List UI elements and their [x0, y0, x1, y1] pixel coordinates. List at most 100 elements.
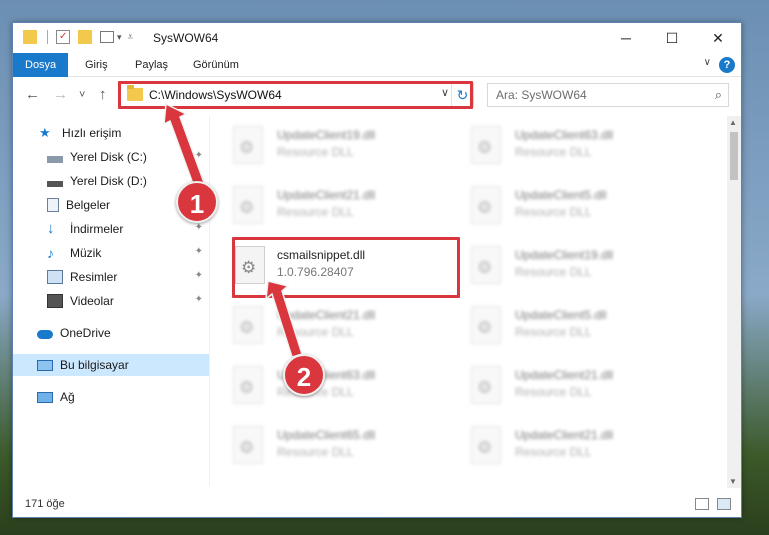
- pin-icon[interactable]: ✦: [195, 150, 203, 161]
- dll-file-icon: [233, 126, 263, 164]
- list-item[interactable]: UpdateClient63.dll Resource DLL: [217, 358, 447, 410]
- sidebar-item-local-disk-c[interactable]: Yerel Disk (C:) ✦: [13, 146, 209, 168]
- recent-locations-button[interactable]: ˅: [79, 89, 85, 101]
- title-bar: ✓ ▾ ⩡ SysWOW64 ─ ☐ ✕: [13, 23, 741, 53]
- expand-ribbon-icon[interactable]: ∨: [704, 57, 711, 68]
- list-item[interactable]: UpdateClient21.dll Resource DLL: [455, 358, 685, 410]
- folder-icon: [23, 30, 37, 44]
- scroll-thumb[interactable]: [730, 132, 738, 180]
- file-description: Resource DLL: [515, 205, 592, 219]
- cloud-icon: [37, 330, 53, 339]
- sidebar-item-pictures[interactable]: Resimler ✦: [13, 266, 209, 288]
- search-icon[interactable]: ⌕: [715, 87, 722, 103]
- dll-file-icon: [233, 366, 263, 404]
- downloads-icon: ↓: [47, 220, 55, 237]
- details-view-icon[interactable]: [695, 498, 709, 510]
- list-item[interactable]: UpdateClient21.dll Resource DLL: [217, 178, 447, 230]
- list-item[interactable]: UpdateClient63.dll Resource DLL: [455, 118, 685, 170]
- file-description: Resource DLL: [515, 445, 592, 459]
- tab-view[interactable]: Görünüm: [181, 53, 251, 77]
- dll-file-icon: [233, 186, 263, 224]
- tab-share[interactable]: Paylaş: [123, 53, 180, 77]
- maximize-button[interactable]: ☐: [649, 23, 695, 53]
- sidebar-item-downloads[interactable]: ↓ İndirmeler ✦: [13, 218, 209, 240]
- list-item[interactable]: UpdateClient19.dll Resource DLL: [217, 118, 447, 170]
- help-icon[interactable]: ?: [719, 57, 735, 73]
- dll-file-icon: [233, 306, 263, 344]
- sidebar-item-label: Resimler: [70, 270, 118, 284]
- computer-icon: [37, 359, 53, 371]
- window-title: SysWOW64: [153, 31, 219, 45]
- sidebar-item-onedrive[interactable]: OneDrive: [13, 322, 209, 344]
- pin-icon[interactable]: ✦: [195, 222, 203, 233]
- list-item[interactable]: UpdateClient19.dll Resource DLL: [455, 238, 685, 290]
- customize-toolbar-icon[interactable]: ⩡: [128, 32, 134, 43]
- file-description: Resource DLL: [277, 445, 354, 459]
- sidebar-item-quick-access[interactable]: ★ Hızlı erişim: [13, 122, 209, 144]
- sidebar-item-label: İndirmeler: [70, 222, 124, 236]
- tab-home[interactable]: Giriş: [73, 53, 120, 77]
- pin-icon[interactable]: ✦: [195, 246, 203, 257]
- list-item[interactable]: UpdateClient5.dll Resource DLL: [455, 178, 685, 230]
- file-name: UpdateClient21.dll: [277, 188, 376, 202]
- view-options-icon[interactable]: [100, 31, 114, 43]
- new-folder-icon[interactable]: [78, 30, 92, 44]
- sidebar-item-label: Ağ: [60, 390, 75, 404]
- sidebar-item-label: Bu bilgisayar: [60, 358, 129, 372]
- file-name: UpdateClient21.dll: [515, 368, 614, 382]
- documents-icon: [47, 198, 59, 212]
- sidebar-item-label: Müzik: [70, 246, 102, 260]
- star-icon: ★: [39, 125, 51, 140]
- search-input[interactable]: Ara: SysWOW64: [496, 88, 587, 102]
- step-2-badge: 2: [283, 354, 325, 396]
- close-button[interactable]: ✕: [695, 23, 741, 53]
- item-count: 171 öğe: [25, 498, 65, 510]
- search-box[interactable]: Ara: SysWOW64 ⌕: [487, 83, 729, 107]
- status-bar: 171 öğe: [13, 493, 741, 517]
- list-item[interactable]: UpdateClient5.dll Resource DLL: [455, 298, 685, 350]
- back-button[interactable]: ←: [25, 86, 40, 103]
- dll-file-icon: [471, 426, 501, 464]
- file-list: UpdateClient19.dll Resource DLL UpdateCl…: [217, 116, 727, 488]
- sidebar-item-label: OneDrive: [60, 326, 111, 340]
- large-icons-view-icon[interactable]: [717, 498, 731, 510]
- chevron-down-icon[interactable]: ▾: [117, 32, 122, 43]
- pane-divider[interactable]: [209, 116, 210, 486]
- up-button[interactable]: ↑: [99, 86, 107, 103]
- list-item[interactable]: UpdateClient21.dll Resource DLL: [217, 298, 447, 350]
- file-description: Resource DLL: [277, 205, 354, 219]
- sidebar-item-label: Hızlı erişim: [62, 126, 122, 140]
- step-1-badge: 1: [176, 181, 218, 223]
- pictures-icon: [47, 270, 63, 284]
- scroll-down-icon[interactable]: ▼: [729, 477, 737, 486]
- sidebar-item-network[interactable]: Ağ: [13, 386, 209, 408]
- list-item[interactable]: UpdateClient21.dll Resource DLL: [455, 418, 685, 470]
- file-description: Resource DLL: [515, 385, 592, 399]
- forward-button[interactable]: →: [53, 86, 68, 103]
- dll-file-icon: [233, 426, 263, 464]
- quick-access-toolbar: ✓ ▾ ⩡: [23, 30, 133, 44]
- vertical-scrollbar[interactable]: ▲ ▼: [727, 116, 741, 488]
- sidebar-item-videos[interactable]: Videolar ✦: [13, 290, 209, 312]
- file-description: Resource DLL: [277, 145, 354, 159]
- minimize-button[interactable]: ─: [603, 23, 649, 53]
- file-name: UpdateClient65.dll: [277, 428, 376, 442]
- list-item[interactable]: UpdateClient65.dll Resource DLL: [217, 418, 447, 470]
- file-description: Resource DLL: [515, 265, 592, 279]
- file-name: UpdateClient63.dll: [515, 128, 614, 142]
- dll-file-icon: [471, 246, 501, 284]
- sidebar-item-label: Belgeler: [66, 198, 111, 212]
- tab-file[interactable]: Dosya: [13, 53, 69, 77]
- sidebar-item-this-pc[interactable]: Bu bilgisayar: [13, 354, 209, 376]
- file-name: UpdateClient5.dll: [515, 188, 607, 202]
- dll-file-icon: [471, 186, 501, 224]
- music-icon: ♪: [47, 245, 54, 261]
- pin-icon[interactable]: ✦: [195, 294, 203, 305]
- sidebar-item-music[interactable]: ♪ Müzik ✦: [13, 242, 209, 264]
- pin-icon[interactable]: ✦: [195, 270, 203, 281]
- drive-icon: [47, 180, 63, 187]
- properties-icon[interactable]: ✓: [56, 30, 70, 44]
- file-name: UpdateClient21.dll: [515, 428, 614, 442]
- file-name: UpdateClient21.dll: [277, 308, 376, 322]
- scroll-up-icon[interactable]: ▲: [729, 118, 737, 127]
